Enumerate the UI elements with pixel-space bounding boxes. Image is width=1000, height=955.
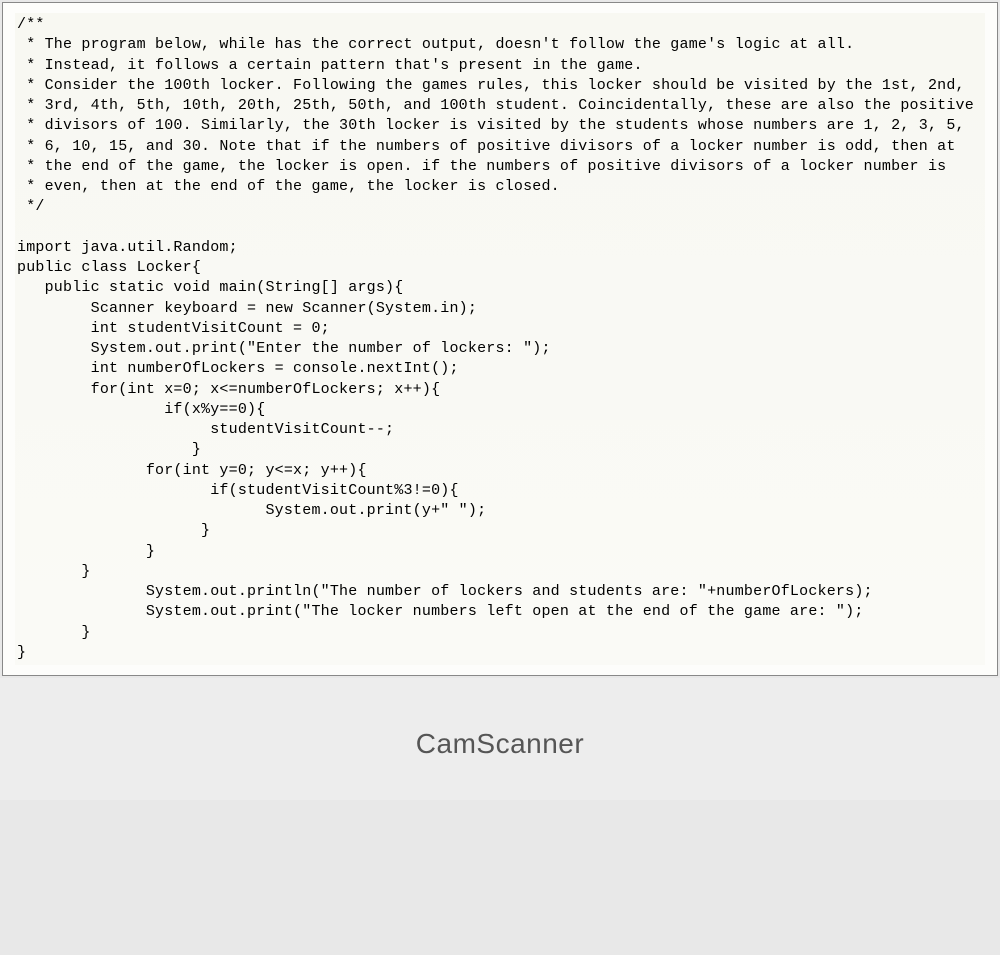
document-page: /** * The program below, while has the c…	[2, 2, 998, 676]
camscanner-watermark: CamScanner	[416, 728, 584, 759]
code-content: /** * The program below, while has the c…	[15, 13, 985, 665]
footer-area: CamScanner	[0, 678, 1000, 800]
